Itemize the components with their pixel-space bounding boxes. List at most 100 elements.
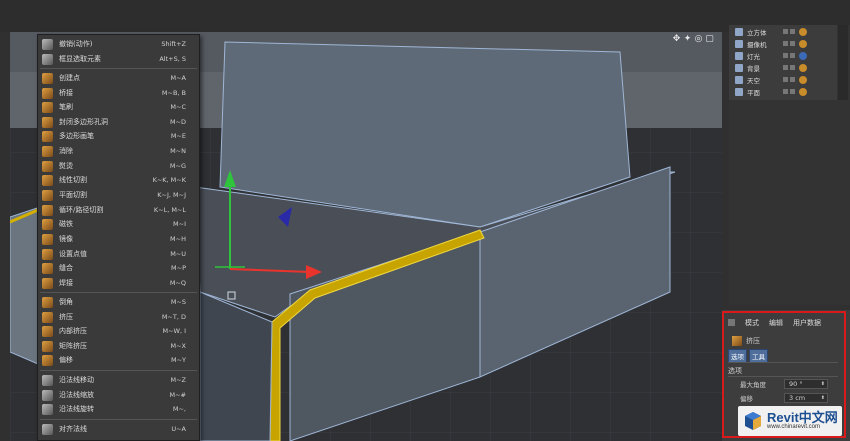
visibility-flag-icon[interactable]: [783, 65, 788, 70]
subtab-tool[interactable]: 工具: [749, 349, 768, 363]
menu-item-shortcut: Shift+Z: [161, 40, 186, 49]
plane-cut-icon: [42, 189, 53, 201]
menu-item-magnet[interactable]: 磁铁 M~I: [38, 217, 199, 232]
render-flag-icon[interactable]: [790, 89, 795, 94]
menu-item-label: 消除: [59, 147, 73, 156]
tab-edit[interactable]: 编辑: [769, 318, 783, 328]
menu-item-close-polygon-hole[interactable]: 封闭多边形孔洞 M~D: [38, 115, 199, 130]
object-name: 平面: [747, 88, 760, 97]
menu-item-normal-rotate[interactable]: 沿法线旋转 M~,: [38, 402, 199, 417]
stepper-icon[interactable]: ⬍: [821, 395, 825, 401]
tag-icon[interactable]: [799, 87, 807, 96]
object-name: 摄像机: [747, 40, 767, 49]
menu-item-dissolve[interactable]: 消除 M~N: [38, 144, 199, 159]
object-name: 背景: [747, 64, 760, 73]
light-object-icon: [735, 51, 743, 60]
menu-item-shortcut: M~S: [170, 298, 186, 307]
scroll-view-icon[interactable]: ✦: [683, 34, 692, 44]
section-title: 选项: [728, 367, 742, 375]
menu-item-shortcut: M~B, B: [161, 89, 186, 98]
visibility-flag-icon[interactable]: [783, 53, 788, 58]
render-flag-icon[interactable]: [790, 29, 795, 34]
tag-icon[interactable]: [799, 63, 807, 72]
move-view-icon[interactable]: ✥: [672, 34, 681, 44]
attribute-object-name: 挤压: [746, 337, 760, 345]
render-flag-icon[interactable]: [790, 77, 795, 82]
render-flag-icon[interactable]: [790, 41, 795, 46]
cube-object-icon: [735, 27, 743, 36]
menu-item-extrude-inner[interactable]: 内部挤压 M~W, I: [38, 324, 199, 339]
tab-mode[interactable]: 模式: [745, 318, 759, 328]
watermark-url: www.chinarevit.com: [767, 424, 821, 430]
visibility-flag-icon[interactable]: [783, 77, 788, 82]
menu-item-plane-cut[interactable]: 平面切割 K~J, M~J: [38, 188, 199, 203]
max-angle-input[interactable]: 90 ° ⬍: [784, 379, 828, 389]
object-manager: 立方体 摄像机 灯光 背景 天空 平面: [729, 25, 850, 305]
menu-item-shortcut: M~A: [170, 74, 186, 83]
menu-item-extrude[interactable]: 挤压 M~T, D: [38, 310, 199, 325]
visibility-flag-icon[interactable]: [783, 41, 788, 46]
object-list: 立方体 摄像机 灯光 背景 天空 平面: [729, 25, 837, 100]
polygon-pen-icon: [42, 130, 53, 142]
menu-separator: [40, 292, 197, 293]
menu-item-label: 沿法线移动: [59, 376, 94, 385]
menu-item-stitch[interactable]: 缝合 M~P: [38, 261, 199, 276]
menu-item-label: 缝合: [59, 264, 73, 273]
menu-item-mirror[interactable]: 镜像 M~H: [38, 232, 199, 247]
menu-item-normal-move[interactable]: 沿法线移动 M~Z: [38, 373, 199, 388]
menu-item-shortcut: M~Q: [169, 279, 186, 288]
menu-item-iron[interactable]: 熨烫 M~G: [38, 159, 199, 174]
tag-icon[interactable]: [799, 39, 807, 48]
loop-path-cut-icon: [42, 204, 53, 216]
attribute-object-title: 挤压: [728, 336, 760, 346]
menu-item-label: 偏移: [59, 356, 73, 365]
subtab-options[interactable]: 选项: [728, 349, 747, 363]
menu-item-label: 桥接: [59, 89, 73, 98]
object-list-scrollbar[interactable]: [838, 25, 848, 100]
render-flag-icon[interactable]: [790, 53, 795, 58]
visibility-flag-icon[interactable]: [783, 29, 788, 34]
stepper-icon[interactable]: ⬍: [821, 381, 825, 387]
maximize-view-icon[interactable]: ▢: [705, 34, 714, 44]
section-divider: [728, 362, 838, 363]
tag-icon[interactable]: [799, 51, 807, 60]
menu-item-shortcut: M~G: [169, 162, 186, 171]
tag-icon[interactable]: [799, 27, 807, 36]
magnet-icon: [42, 218, 53, 230]
menu-item-undo[interactable]: 撤销(动作) Shift+Z: [38, 37, 199, 52]
menu-item-weld[interactable]: 焊接 M~Q: [38, 276, 199, 291]
set-point-value-icon: [42, 248, 53, 260]
menu-item-smooth-shift[interactable]: 偏移 M~Y: [38, 353, 199, 368]
revit-logo-icon: [745, 412, 761, 430]
menu-item-frame-selection[interactable]: 框显选取元素 Alt+S, S: [38, 52, 199, 67]
tab-user-data[interactable]: 用户数据: [793, 318, 821, 328]
menu-item-create-point[interactable]: 创建点 M~A: [38, 71, 199, 86]
visibility-flag-icon[interactable]: [783, 89, 788, 94]
menu-item-brush[interactable]: 笔刷 M~C: [38, 100, 199, 115]
menu-item-label: 焊接: [59, 279, 73, 288]
tag-icon[interactable]: [799, 75, 807, 84]
menu-item-label: 沿法线旋转: [59, 405, 94, 414]
menu-item-matrix-extrude[interactable]: 矩阵挤压 M~X: [38, 339, 199, 354]
dissolve-icon: [42, 145, 53, 157]
render-flag-icon[interactable]: [790, 65, 795, 70]
menu-item-label: 沿法线缩放: [59, 391, 94, 400]
offset-input[interactable]: 3 cm ⬍: [784, 393, 828, 403]
menu-item-set-point-value[interactable]: 设置点值 M~U: [38, 247, 199, 262]
menu-item-shortcut: M~H: [170, 235, 186, 244]
menu-icon[interactable]: [728, 319, 735, 326]
top-bar: [0, 0, 850, 32]
menu-item-line-cut[interactable]: 线性切割 K~K, M~K: [38, 173, 199, 188]
menu-item-normal-scale[interactable]: 沿法线缩放 M~#: [38, 388, 199, 403]
menu-item-loop-path-cut[interactable]: 循环/路径切割 K~L, M~L: [38, 203, 199, 218]
menu-item-label: 镜像: [59, 235, 73, 244]
zoom-view-icon[interactable]: ◎: [694, 34, 703, 44]
menu-item-bridge[interactable]: 桥接 M~B, B: [38, 86, 199, 101]
menu-item-label: 笔刷: [59, 103, 73, 112]
sky-object-icon: [735, 75, 743, 84]
menu-item-polygon-pen[interactable]: 多边形画笔 M~E: [38, 129, 199, 144]
menu-item-bevel[interactable]: 倒角 M~S: [38, 295, 199, 310]
iron-icon: [42, 160, 53, 172]
object-row[interactable]: 平面: [731, 85, 835, 98]
menu-item-align-normals[interactable]: 对齐法线 U~A: [38, 422, 199, 437]
